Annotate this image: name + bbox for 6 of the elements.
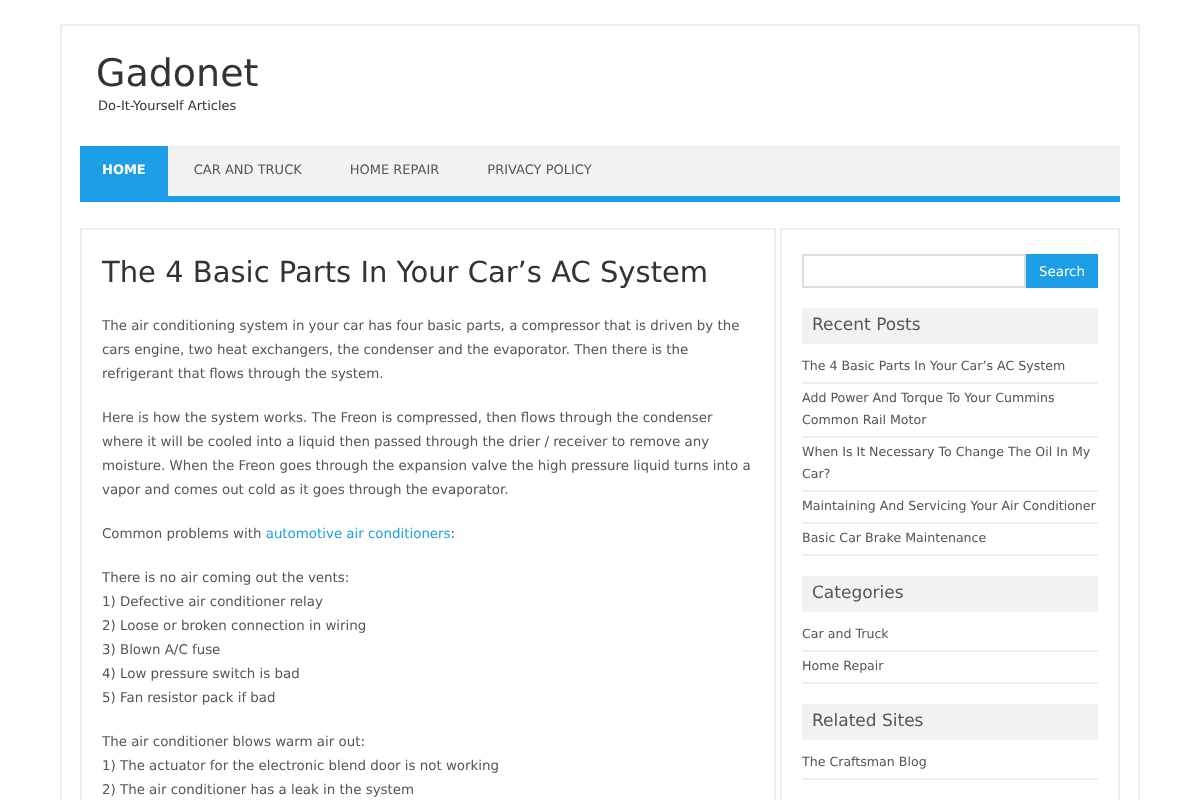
search-field[interactable] xyxy=(802,254,1026,288)
site-title[interactable]: Gadonet xyxy=(96,50,1120,98)
article-title: The 4 Basic Parts In Your Car’s AC System xyxy=(102,256,711,294)
widget-title: Recent Posts xyxy=(802,308,1098,344)
widget-title: Related Sites xyxy=(802,704,1098,740)
widget-title: Categories xyxy=(802,576,1098,612)
